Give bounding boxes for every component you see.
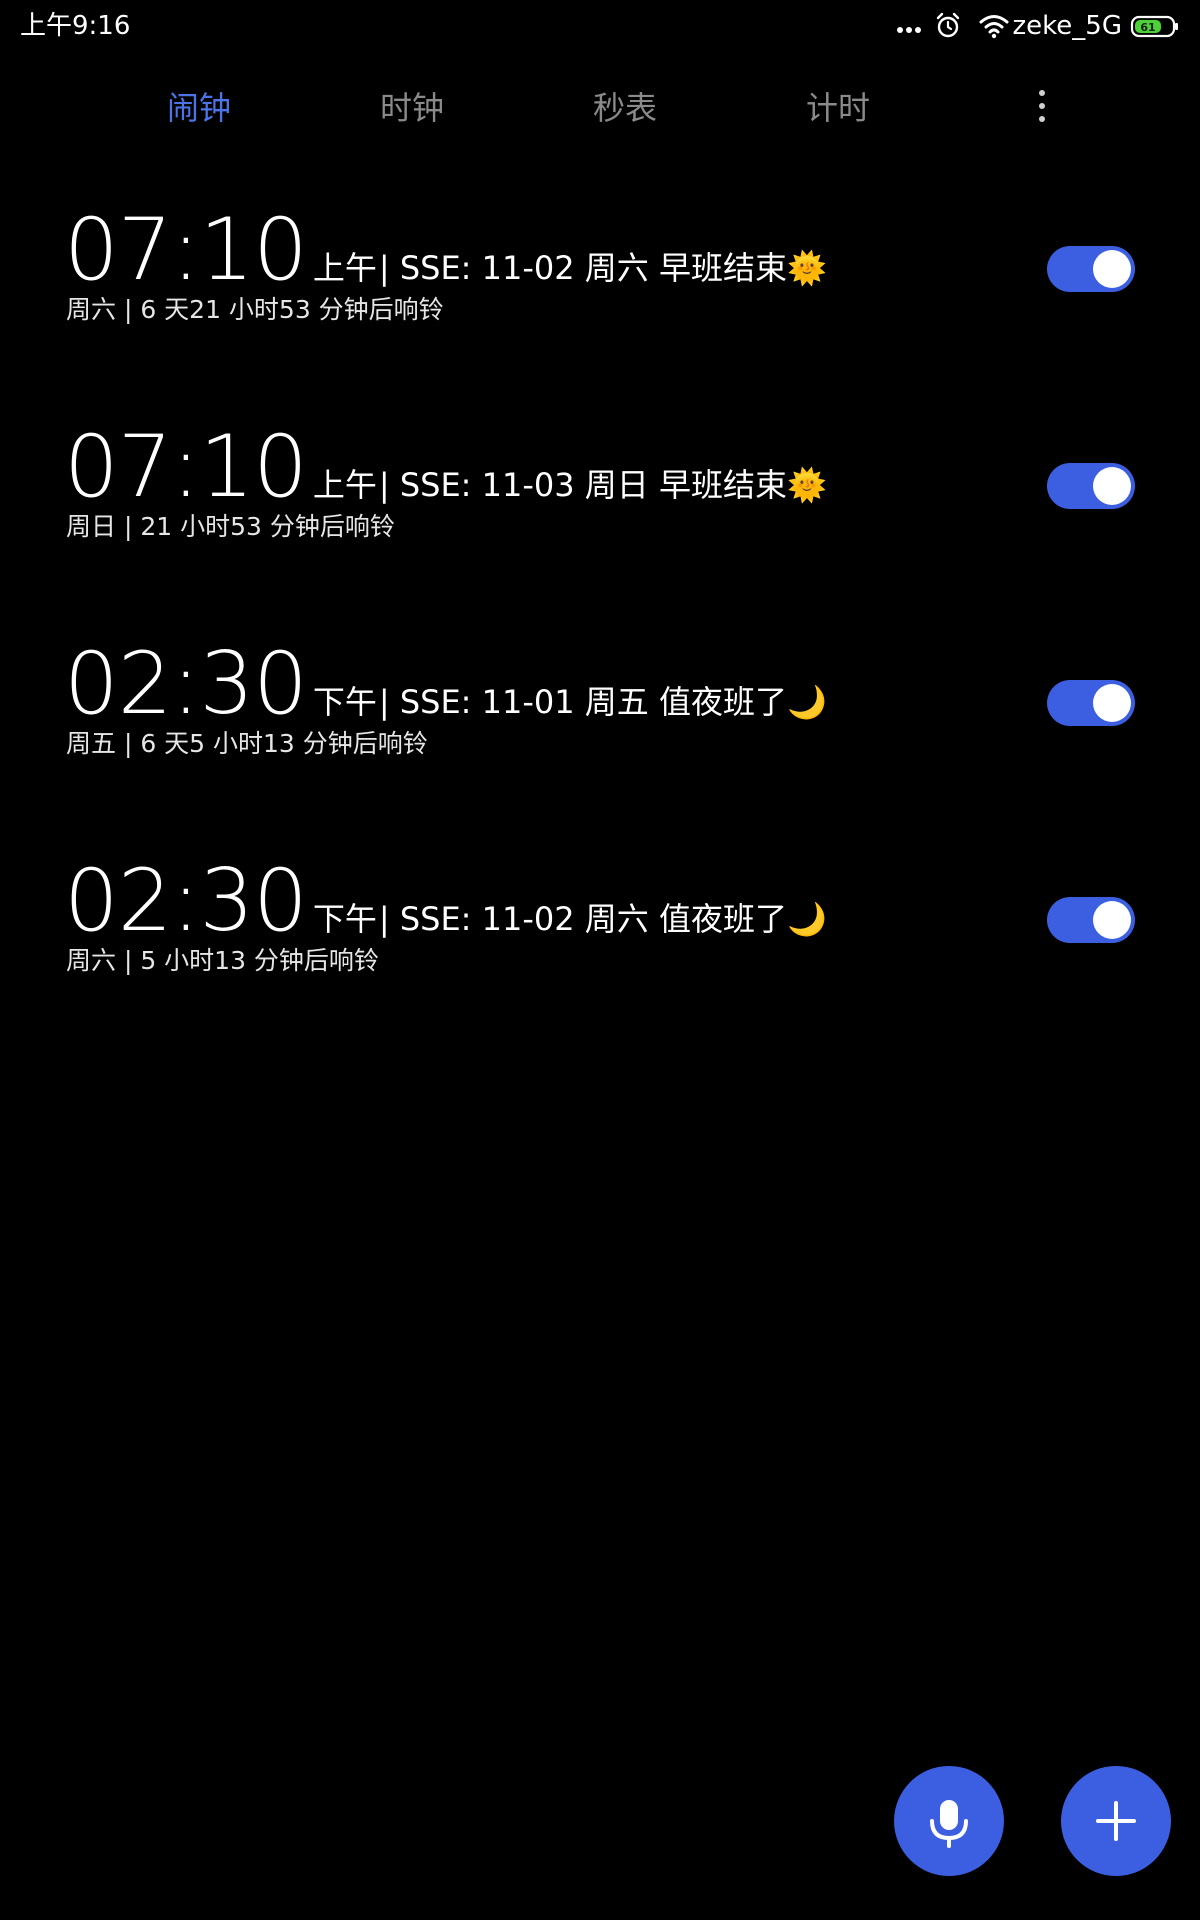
battery-icon: 61: [1130, 15, 1178, 38]
alarm-subtitle: 周六 | 6 天21 小时53 分钟后响铃: [66, 295, 444, 324]
alarm-period: 上午: [312, 466, 377, 504]
plus-icon: [1096, 1801, 1136, 1841]
alarm-period: 上午: [312, 249, 377, 287]
microphone-icon: [930, 1800, 968, 1848]
alarm-label: | SSE: 11-02 周六 早班结束🌞: [378, 249, 827, 287]
tab-timer[interactable]: 计时: [768, 72, 908, 144]
toggle-knob: [1093, 901, 1131, 939]
alarm-main-line: 07:10 上午 | SSE: 11-03 周日 早班结束🌞: [64, 417, 827, 517]
alarm-time: 02:30: [64, 634, 308, 734]
status-icons: zeke_5G 61: [896, 8, 1180, 44]
alarm-item[interactable]: 07:10 上午 | SSE: 11-02 周六 早班结束🌞 周六 | 6 天2…: [0, 180, 1200, 397]
alarm-period: 下午: [312, 900, 377, 938]
alarm-item[interactable]: 02:30 下午 | SSE: 11-01 周五 值夜班了🌙 周五 | 6 天5…: [0, 614, 1200, 831]
wifi-icon: [979, 15, 1009, 39]
alarm-toggle[interactable]: [1047, 463, 1135, 509]
toggle-knob: [1093, 250, 1131, 288]
add-alarm-button[interactable]: [1061, 1766, 1171, 1876]
alarm-toggle[interactable]: [1047, 897, 1135, 943]
alarm-label: | SSE: 11-01 周五 值夜班了🌙: [378, 683, 827, 721]
tab-clock[interactable]: 时钟: [342, 72, 482, 144]
alarm-subtitle: 周五 | 6 天5 小时13 分钟后响铃: [66, 729, 428, 758]
alarm-list: 07:10 上午 | SSE: 11-02 周六 早班结束🌞 周六 | 6 天2…: [0, 180, 1200, 1048]
wifi-name: zeke_5G: [1012, 11, 1122, 41]
tab-bar: 闹钟 时钟 秒表 计时: [0, 72, 1200, 144]
alarm-main-line: 07:10 上午 | SSE: 11-02 周六 早班结束🌞: [64, 200, 827, 300]
alarm-main-line: 02:30 下午 | SSE: 11-02 周六 值夜班了🌙: [64, 851, 827, 951]
alarm-item[interactable]: 02:30 下午 | SSE: 11-02 周六 值夜班了🌙 周六 | 5 小时…: [0, 831, 1200, 1048]
alarm-clock-icon: [936, 12, 959, 38]
status-time: 上午9:16: [20, 11, 131, 41]
alarm-label: | SSE: 11-03 周日 早班结束🌞: [378, 466, 827, 504]
alarm-toggle[interactable]: [1047, 680, 1135, 726]
battery-level: 61: [1140, 21, 1155, 34]
toggle-knob: [1093, 684, 1131, 722]
status-bar: 上午9:16 zeke_5G 61: [0, 0, 1200, 52]
alarm-time: 02:30: [64, 851, 308, 951]
alarm-main-line: 02:30 下午 | SSE: 11-01 周五 值夜班了🌙: [64, 634, 827, 734]
toggle-knob: [1093, 467, 1131, 505]
tab-stopwatch[interactable]: 秒表: [555, 72, 695, 144]
more-dots-icon: [896, 27, 921, 33]
alarm-time: 07:10: [64, 417, 308, 517]
more-options-icon[interactable]: [1022, 72, 1062, 144]
alarm-subtitle: 周六 | 5 小时13 分钟后响铃: [66, 946, 379, 975]
alarm-period: 下午: [312, 683, 377, 721]
alarm-time: 07:10: [64, 200, 308, 300]
tab-alarm[interactable]: 闹钟: [129, 72, 269, 144]
voice-alarm-button[interactable]: [894, 1766, 1004, 1876]
alarm-item[interactable]: 07:10 上午 | SSE: 11-03 周日 早班结束🌞 周日 | 21 小…: [0, 397, 1200, 614]
alarm-subtitle: 周日 | 21 小时53 分钟后响铃: [66, 512, 395, 541]
alarm-toggle[interactable]: [1047, 246, 1135, 292]
alarm-label: | SSE: 11-02 周六 值夜班了🌙: [378, 900, 827, 938]
